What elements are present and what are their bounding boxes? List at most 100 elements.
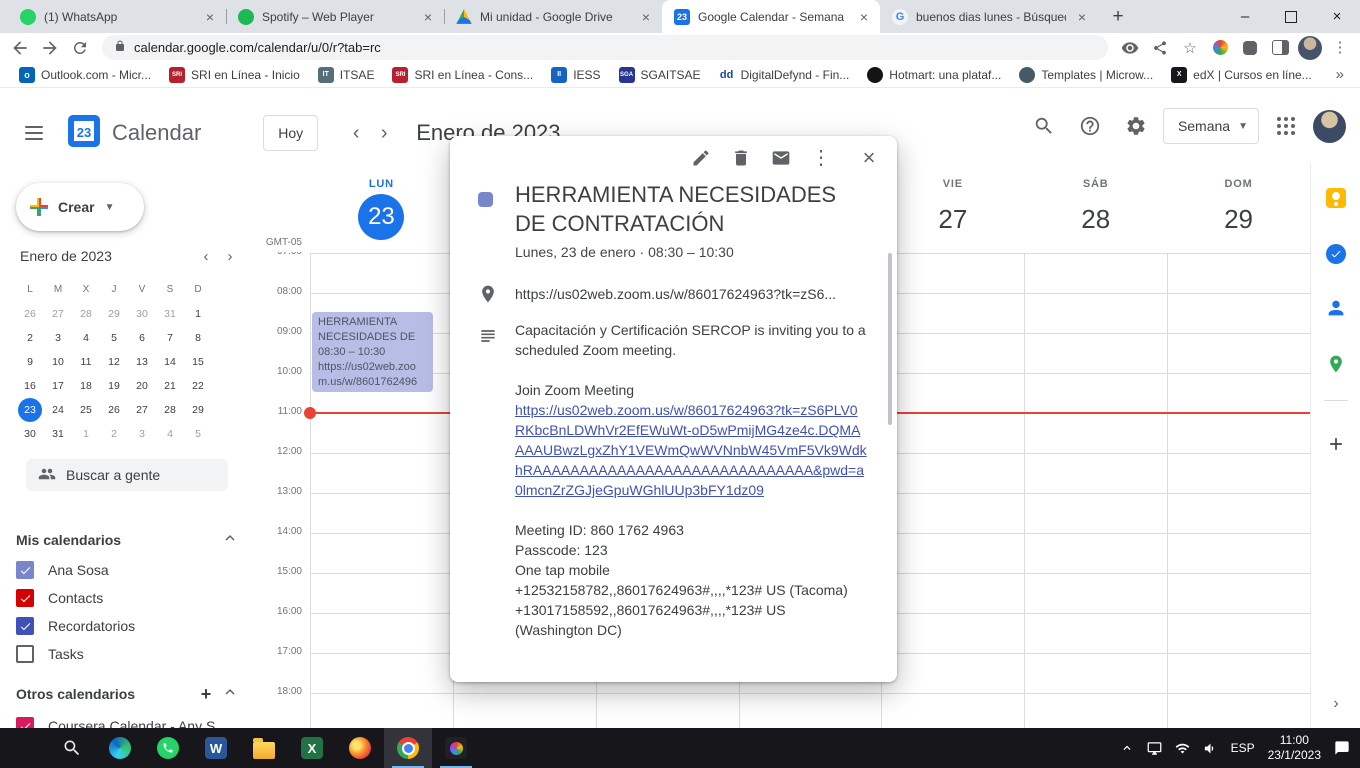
forward-icon[interactable]: [38, 36, 62, 60]
day-number[interactable]: 29: [1167, 196, 1310, 242]
bookmark-item[interactable]: IIIESS: [542, 65, 609, 85]
mini-calendar-day[interactable]: 20: [130, 374, 154, 398]
mini-calendar-day[interactable]: 11: [74, 350, 98, 374]
calendar-list-item[interactable]: Tasks: [16, 640, 242, 668]
tab-close-icon[interactable]: ×: [1074, 9, 1090, 25]
mini-calendar-day[interactable]: 16: [18, 374, 42, 398]
language-indicator[interactable]: ESP: [1231, 741, 1255, 755]
browser-menu-kebab-icon[interactable]: ⋮: [1328, 36, 1352, 60]
mini-calendar-day[interactable]: 25: [74, 398, 98, 422]
help-icon[interactable]: [1071, 107, 1109, 145]
mini-calendar-day[interactable]: 15: [186, 350, 210, 374]
calendar-list-item[interactable]: Recordatorios: [16, 612, 242, 640]
bookmark-star-icon[interactable]: ☆: [1178, 36, 1202, 60]
other-calendars-header[interactable]: Otros calendarios +: [16, 682, 242, 706]
back-icon[interactable]: [8, 36, 32, 60]
tab-close-icon[interactable]: ×: [202, 9, 218, 25]
hidden-icons-chevron-icon[interactable]: [1120, 741, 1134, 755]
taskbar-app-chrome[interactable]: [384, 728, 432, 768]
checked-checkbox[interactable]: [16, 589, 34, 607]
email-envelope-icon[interactable]: [771, 147, 791, 169]
main-menu-hamburger-icon[interactable]: [22, 121, 46, 145]
mini-calendar-day[interactable]: 12: [102, 350, 126, 374]
taskbar-app-excel[interactable]: X: [288, 728, 336, 768]
mini-calendar-day[interactable]: 1: [74, 422, 98, 446]
event-chip[interactable]: HERRAMIENTA NECESIDADES DE 08:30 – 10:30…: [312, 312, 433, 392]
network-tray-icon[interactable]: [1175, 741, 1190, 756]
day-number[interactable]: 28: [1024, 196, 1167, 242]
mini-prev-month-icon[interactable]: ‹: [194, 248, 218, 265]
display-tray-icon[interactable]: [1147, 741, 1162, 756]
taskbar-app-start[interactable]: [0, 728, 48, 768]
prev-week-icon[interactable]: ‹: [342, 122, 370, 145]
maps-panel-icon[interactable]: [1311, 346, 1360, 386]
hide-panel-chevron-icon[interactable]: ›: [1311, 684, 1360, 724]
mini-calendar-day[interactable]: 22: [186, 374, 210, 398]
bookmark-item[interactable]: XedX | Cursos en líne...: [1162, 65, 1321, 85]
browser-profile-avatar[interactable]: [1298, 36, 1322, 60]
my-calendars-header[interactable]: Mis calendarios: [16, 528, 242, 552]
checked-checkbox[interactable]: [16, 717, 34, 728]
mini-calendar-day[interactable]: 31: [158, 302, 182, 326]
taskbar-app-edge[interactable]: [96, 728, 144, 768]
popup-scrollbar[interactable]: [888, 253, 892, 425]
edit-icon[interactable]: [691, 147, 711, 169]
day-column-header[interactable]: SÁB28: [1024, 178, 1167, 242]
mini-calendar-day[interactable]: 9: [18, 350, 42, 374]
mini-calendar-day[interactable]: 27: [130, 398, 154, 422]
collapse-chevron-icon[interactable]: [218, 683, 242, 705]
unchecked-checkbox[interactable]: [16, 645, 34, 663]
create-button[interactable]: Crear ▼: [16, 183, 144, 231]
mini-calendar-day[interactable]: 5: [186, 422, 210, 446]
window-minimize-button[interactable]: –: [1222, 0, 1268, 33]
add-calendar-plus-icon[interactable]: +: [194, 684, 218, 705]
taskbar-app-firefox[interactable]: [336, 728, 384, 768]
event-location[interactable]: https://us02web.zoom.us/w/86017624963?tk…: [515, 286, 855, 302]
window-close-button[interactable]: ×: [1314, 0, 1360, 33]
extension-dark-icon[interactable]: [1238, 36, 1262, 60]
keep-panel-icon[interactable]: [1311, 178, 1360, 218]
mini-calendar-day[interactable]: 30: [130, 302, 154, 326]
action-center-icon[interactable]: [1334, 740, 1350, 756]
search-people-input[interactable]: Buscar a gente: [26, 459, 228, 491]
mini-calendar-day[interactable]: 27: [46, 302, 70, 326]
calendar-list-item[interactable]: Coursera Calendar - Any S: [16, 712, 242, 728]
mini-calendar-day[interactable]: 4: [74, 326, 98, 350]
taskbar-app-photos[interactable]: [432, 728, 480, 768]
mini-calendar-day[interactable]: 3: [46, 326, 70, 350]
day-column-header[interactable]: VIE27: [881, 178, 1024, 242]
mini-calendar-day[interactable]: 14: [158, 350, 182, 374]
preview-eye-icon[interactable]: [1118, 36, 1142, 60]
bookmark-item[interactable]: Hotmart: una plataf...: [858, 65, 1010, 85]
bookmark-item[interactable]: SRISRI en Línea - Inicio: [160, 65, 309, 85]
side-panel-icon[interactable]: [1268, 36, 1292, 60]
taskbar-app-whatsapp[interactable]: [144, 728, 192, 768]
google-apps-grid-icon[interactable]: [1267, 107, 1305, 145]
mini-calendar-day[interactable]: 4: [158, 422, 182, 446]
mini-calendar-day[interactable]: 7: [158, 326, 182, 350]
share-icon[interactable]: [1148, 36, 1172, 60]
bookmark-item[interactable]: SRISRI en Línea - Cons...: [383, 65, 542, 85]
mini-calendar-day[interactable]: 3: [130, 422, 154, 446]
mini-calendar-day[interactable]: 23: [18, 398, 42, 422]
new-tab-button[interactable]: +: [1104, 3, 1132, 31]
get-addons-plus-icon[interactable]: [1311, 426, 1360, 466]
mini-calendar-day[interactable]: 30: [18, 422, 42, 446]
collapse-chevron-icon[interactable]: [218, 529, 242, 551]
taskbar-app-explorer[interactable]: [240, 728, 288, 768]
mini-calendar-day[interactable]: 28: [158, 398, 182, 422]
taskbar-clock[interactable]: 11:00 23/1/2023: [1268, 733, 1321, 763]
tab-close-icon[interactable]: ×: [420, 9, 436, 25]
mini-calendar-day[interactable]: 13: [130, 350, 154, 374]
browser-tab[interactable]: Mi unidad - Google Drive×: [444, 0, 662, 33]
window-maximize-button[interactable]: [1268, 0, 1314, 33]
settings-gear-icon[interactable]: [1117, 107, 1155, 145]
tasks-panel-icon[interactable]: [1311, 234, 1360, 274]
mini-calendar-day[interactable]: 18: [74, 374, 98, 398]
tab-close-icon[interactable]: ×: [856, 9, 872, 25]
taskbar-app-search[interactable]: [48, 728, 96, 768]
taskbar-app-word[interactable]: W: [192, 728, 240, 768]
bookmark-item[interactable]: SGASGAITSAE: [610, 65, 710, 85]
browser-tab[interactable]: Spotify – Web Player×: [226, 0, 444, 33]
reload-icon[interactable]: [68, 36, 92, 60]
